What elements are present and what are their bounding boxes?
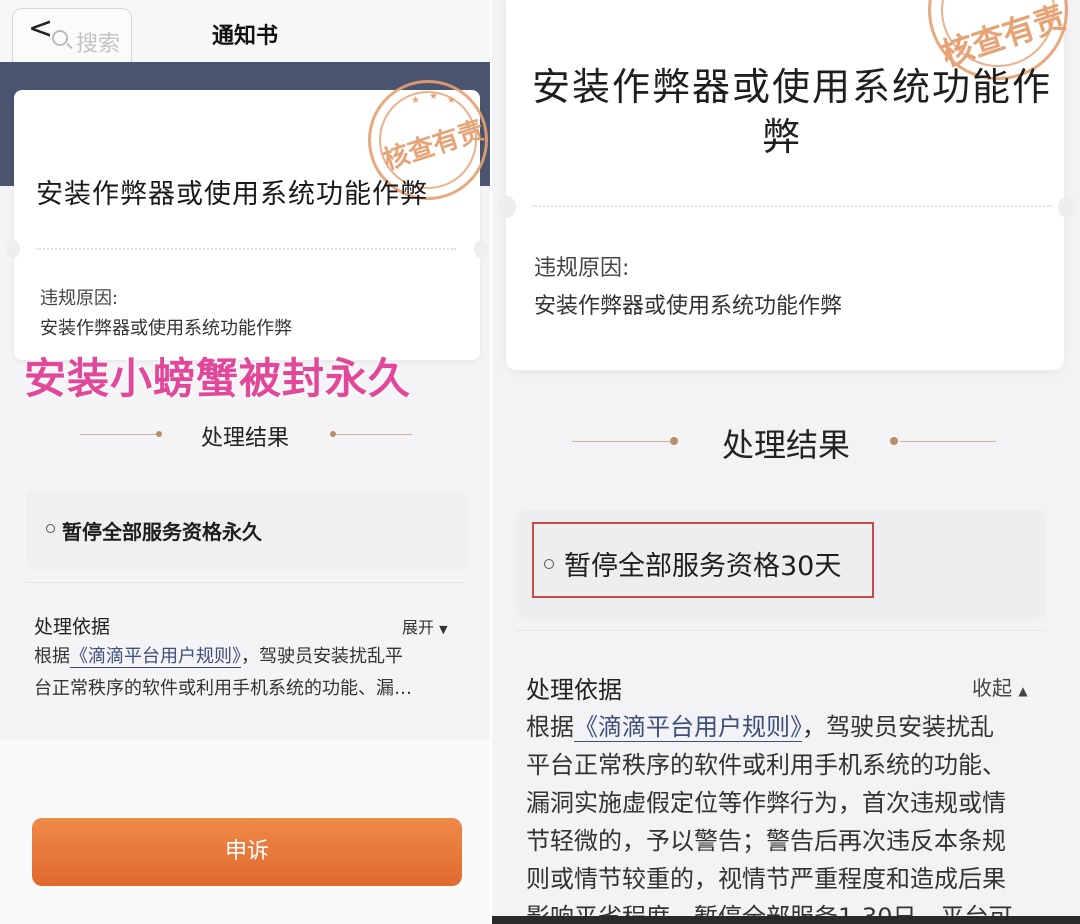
basis-text-line: 根据《滴滴平台用户规则》，驾驶员安装扰乱 (526, 708, 1046, 746)
basis-text-line: 根据《滴滴平台用户规则》，驾驶员安装扰乱平 (34, 642, 403, 668)
basis-line-suffix: ，驾驶员安装扰乱 (802, 713, 994, 741)
penalty-text: 暂停全部服务资格永久 (62, 520, 262, 544)
basis-prefix: 根据 (34, 646, 70, 667)
basis-text-line: 则或情节较重的，视情节严重程度和造成后果 (526, 865, 1006, 893)
overlay-caption: 安装小螃蟹被封永久 (24, 354, 412, 403)
star-icon: ★ (447, 95, 456, 106)
rules-link[interactable]: 《滴滴平台用户规则》 (70, 646, 241, 668)
star-icon: ★ (411, 95, 420, 106)
result-section-title: 处理结果 (200, 426, 289, 451)
appeal-button[interactable]: 申诉 (32, 818, 462, 886)
reason-value: 安装作弊器或使用系统功能作弊 (534, 294, 843, 319)
case-title-line-1: 安装作弊器或使用系统功能作 (532, 65, 1053, 109)
dotted-divider (36, 248, 456, 250)
basis-label: 处理依据 (526, 676, 622, 704)
basis-label: 处理依据 (34, 616, 111, 638)
collapse-label[interactable]: 收起 (972, 676, 1012, 700)
caret-down-icon[interactable]: ▼ (439, 623, 447, 636)
card-notch (474, 240, 488, 258)
left-screenshot: < 搜索 通知书 ★ ★ ★ 核查有责 安装作弊器或使用系统功能作弊 违规原因:… (0, 0, 490, 924)
star-icon: ★ (429, 91, 438, 102)
result-section-title: 处理结果 (721, 426, 850, 464)
bullet-circle-icon (46, 524, 55, 533)
basis-line-suffix: ，驾驶员安装扰乱平 (241, 646, 403, 667)
bottom-edge (492, 916, 1080, 924)
card-notch (498, 196, 516, 218)
basis-text-line: 节轻微的，予以警告；警告后再次违反本条规 (526, 827, 1006, 855)
collapse-toggle[interactable]: 收起 ▲ (972, 672, 1028, 701)
basis-text-line: 平台正常秩序的软件或利用手机系统的功能、 (526, 751, 1006, 779)
result-divider-right (900, 441, 996, 442)
expand-label[interactable]: 展开 (402, 618, 434, 637)
section-separator (516, 630, 1046, 631)
basis-text: 根据《滴滴平台用户规则》，驾驶员安装扰乱 平台正常秩序的软件或利用手机系统的功能… (526, 708, 1046, 924)
section-separator (26, 582, 464, 583)
case-title: 安装作弊器或使用系统功能作弊 (36, 179, 428, 210)
card-notch (6, 240, 20, 258)
dotted-divider (532, 205, 1052, 207)
card-notch (1058, 196, 1076, 218)
page-title: 通知书 (211, 24, 278, 49)
expand-toggle[interactable]: 展开 ▼ (402, 614, 448, 638)
reason-label: 违规原因: (40, 288, 119, 309)
basis-text-line: 台正常秩序的软件或利用手机系统的功能、漏… (34, 678, 412, 699)
bullet-circle-icon (544, 559, 554, 569)
result-divider-right (336, 434, 412, 435)
reason-label: 违规原因: (534, 256, 630, 281)
right-screenshot: 核查有责 安装作弊器或使用系统功能作 弊 违规原因: 安装作弊器或使用系统功能作… (492, 0, 1080, 924)
result-dot-right (890, 437, 898, 445)
rules-link[interactable]: 《滴滴平台用户规则》 (574, 713, 802, 742)
reason-value: 安装作弊器或使用系统功能作弊 (40, 318, 292, 339)
caret-up-icon[interactable]: ▲ (1018, 684, 1027, 698)
basis-text-line: 漏洞实施虚假定位等作弊行为，首次违规或情 (526, 789, 1006, 817)
basis-prefix: 根据 (526, 713, 574, 741)
penalty-text: 暂停全部服务资格30天 (564, 551, 842, 582)
case-title-line-2: 弊 (762, 115, 801, 159)
